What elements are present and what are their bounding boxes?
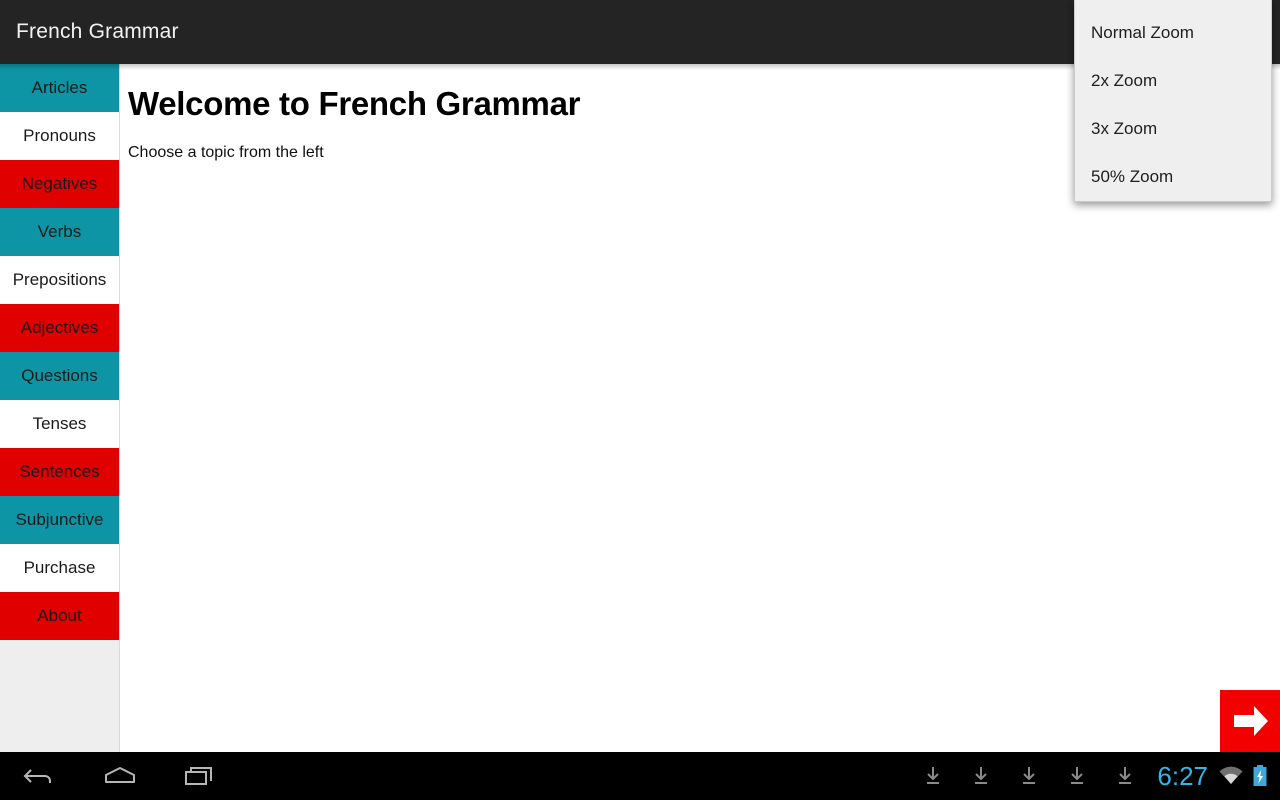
sidebar-item-negatives[interactable]: Negatives — [0, 160, 119, 208]
page-title: Welcome to French Grammar — [128, 85, 581, 122]
battery-charging-icon — [1253, 765, 1267, 786]
sidebar-item-articles[interactable]: Articles — [0, 64, 119, 112]
menu-item-2x-zoom[interactable]: 2x Zoom — [1075, 57, 1271, 105]
menu-item-normal-zoom[interactable]: Normal Zoom — [1075, 9, 1271, 57]
download-icon — [975, 767, 988, 784]
sidebar-item-adjectives[interactable]: Adjectives — [0, 304, 119, 352]
wifi-icon-wrap — [1214, 752, 1248, 800]
sidebar-item-purchase[interactable]: Purchase — [0, 544, 119, 592]
status-icon-tray: 6:27 — [909, 752, 1280, 800]
menu-item-3x-zoom[interactable]: 3x Zoom — [1075, 105, 1271, 153]
next-button[interactable] — [1220, 690, 1280, 752]
download-icon-1 — [909, 752, 957, 800]
nav-recents-button[interactable] — [160, 752, 240, 800]
system-navigation-bar: 6:27 — [0, 752, 1280, 800]
sidebar-item-pronouns[interactable]: Pronouns — [0, 112, 119, 160]
download-icon — [1071, 767, 1084, 784]
sidebar-item-questions[interactable]: Questions — [0, 352, 119, 400]
download-icon — [1119, 767, 1132, 784]
download-icon — [927, 767, 940, 784]
download-icon — [1023, 767, 1036, 784]
nav-home-button[interactable] — [80, 752, 160, 800]
zoom-menu-popup[interactable]: Normal Zoom 2x Zoom 3x Zoom 50% Zoom — [1074, 0, 1272, 202]
sidebar-item-tenses[interactable]: Tenses — [0, 400, 119, 448]
sidebar-item-prepositions[interactable]: Prepositions — [0, 256, 119, 304]
app-title: French Grammar — [16, 20, 179, 43]
sidebar-item-sentences[interactable]: Sentences — [0, 448, 119, 496]
home-icon — [105, 767, 135, 783]
android-app-screen: French Grammar Articles Pronouns Negativ… — [0, 0, 1280, 800]
menu-item-50-zoom[interactable]: 50% Zoom — [1075, 153, 1271, 201]
recents-icon — [185, 767, 212, 785]
download-icon-3 — [1005, 752, 1053, 800]
arrow-right-icon — [1234, 706, 1268, 736]
wifi-icon — [1219, 766, 1243, 784]
sidebar-topic-list[interactable]: Articles Pronouns Negatives Verbs Prepos… — [0, 64, 120, 752]
download-icon-4 — [1053, 752, 1101, 800]
status-clock: 6:27 — [1157, 761, 1208, 791]
download-icon-2 — [957, 752, 1005, 800]
download-icon-5 — [1101, 752, 1149, 800]
sidebar-item-subjunctive[interactable]: Subjunctive — [0, 496, 119, 544]
page-subtitle: Choose a topic from the left — [128, 144, 324, 161]
nav-back-button[interactable] — [0, 752, 80, 800]
sidebar-item-verbs[interactable]: Verbs — [0, 208, 119, 256]
battery-icon-wrap — [1248, 752, 1280, 800]
back-icon — [23, 769, 51, 783]
sidebar-item-about[interactable]: About — [0, 592, 119, 640]
